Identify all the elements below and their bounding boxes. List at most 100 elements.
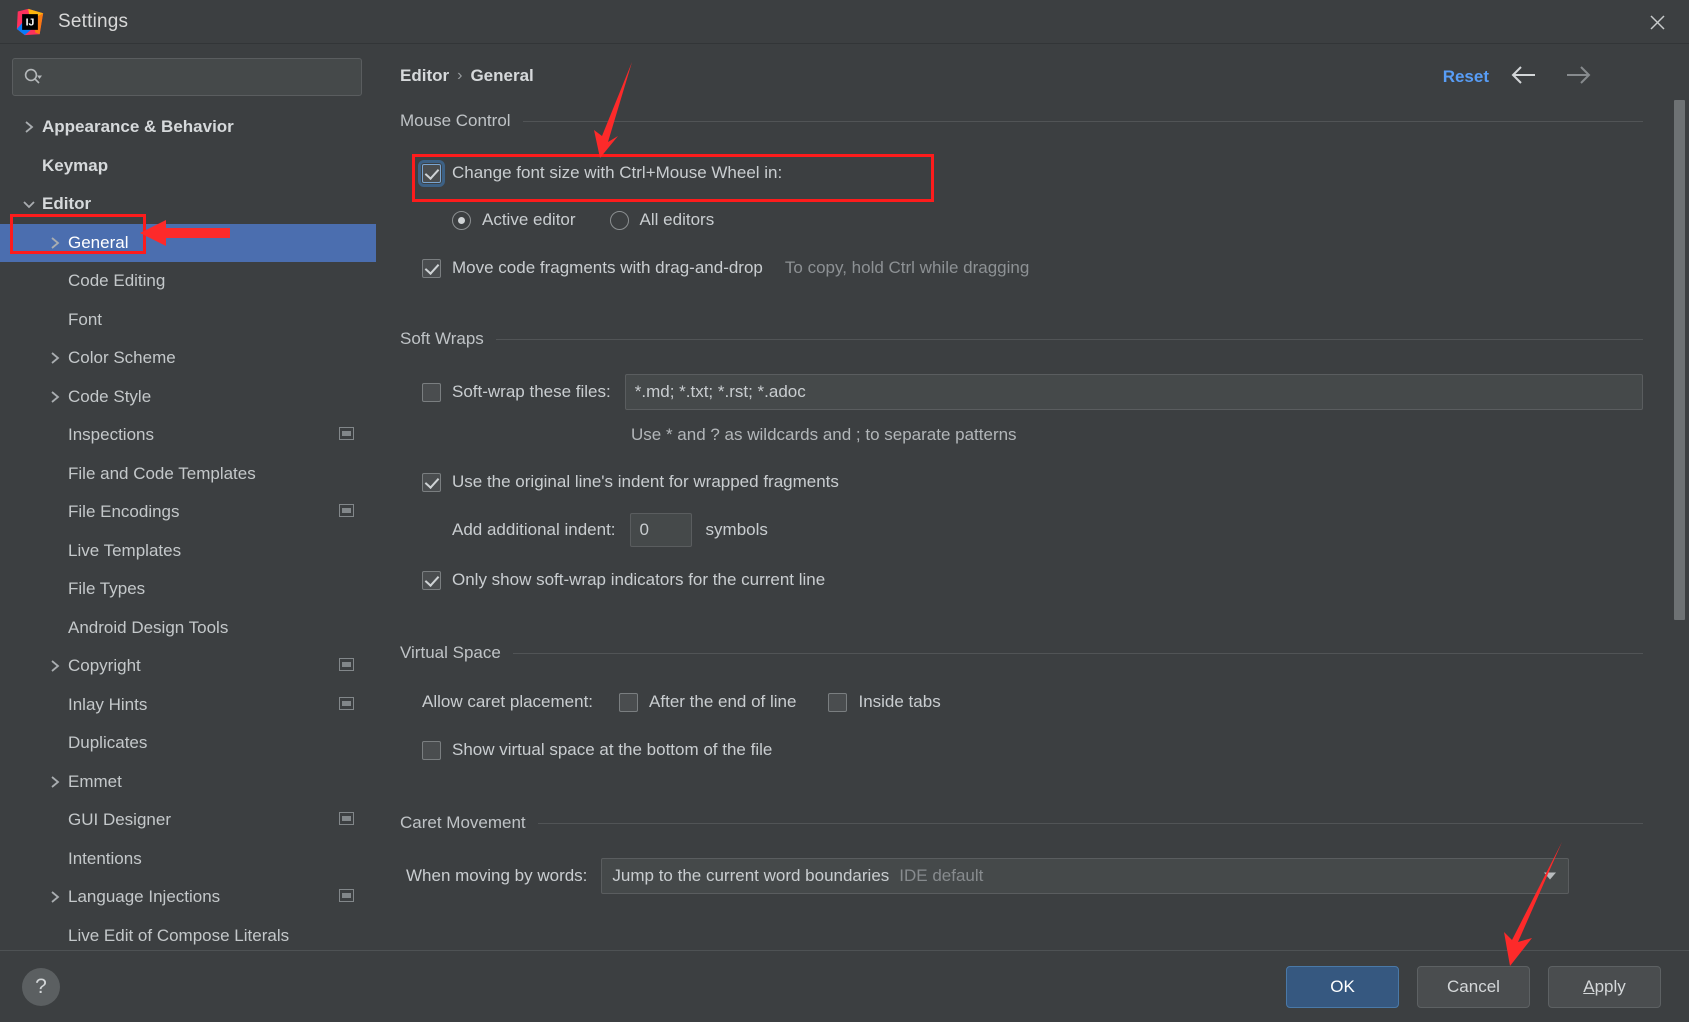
soft-wrap-files-row[interactable]: Soft-wrap these files: [422,374,1643,410]
sidebar-item-label: Intentions [68,848,142,868]
section-caret-movement: Caret Movement [400,808,1643,838]
sidebar-item-code-style[interactable]: Code Style [0,378,376,417]
settings-content-panel: Editor › General Reset Mouse Control Cha… [376,44,1689,950]
reset-button[interactable]: Reset [1443,67,1489,87]
inside-tabs-checkbox[interactable] [828,692,848,712]
when-moving-by-words-row: When moving by words: Jump to the curren… [406,858,1569,894]
chevron-right-icon[interactable] [42,351,68,365]
chevron-right-icon[interactable] [42,775,68,789]
only-show-indicators-label[interactable]: Only show soft-wrap indicators for the c… [452,570,825,590]
change-font-size-checkbox[interactable] [418,159,445,187]
show-virtual-space-row[interactable]: Show virtual space at the bottom of the … [422,736,1689,764]
search-input[interactable] [43,68,351,86]
soft-wrap-files-input[interactable] [624,374,1643,410]
sidebar-item-android-design-tools[interactable]: Android Design Tools [0,609,376,648]
apply-button[interactable]: Apply [1548,965,1661,1008]
arrow-right-icon[interactable] [1564,64,1594,86]
sidebar-item-label: Inspections [68,425,154,445]
sidebar-item-label: File Encodings [68,502,180,522]
sidebar-item-label: Color Scheme [68,348,176,368]
move-code-fragments-row[interactable]: Move code fragments with drag-and-drop T… [422,254,1689,282]
search-box[interactable] [12,58,362,96]
sidebar-item-file-types[interactable]: File Types [0,570,376,609]
project-settings-icon [339,695,354,715]
change-font-size-row[interactable]: Change font size with Ctrl+Mouse Wheel i… [418,158,1689,188]
original-indent-label[interactable]: Use the original line's indent for wrapp… [452,472,839,492]
original-indent-checkbox[interactable] [422,472,441,492]
close-icon[interactable] [1625,0,1689,44]
arrow-left-icon[interactable] [1508,64,1538,86]
sidebar-item-emmet[interactable]: Emmet [0,763,376,802]
sidebar-item-duplicates[interactable]: Duplicates [0,724,376,763]
sidebar-item-intentions[interactable]: Intentions [0,840,376,879]
only-show-indicators-checkbox[interactable] [422,570,441,590]
project-settings-icon [339,887,354,907]
when-moving-by-words-dropdown[interactable]: Jump to the current word boundaries IDE … [601,858,1569,894]
svg-text:IJ: IJ [26,16,35,28]
chevron-right-icon[interactable] [42,236,68,250]
sidebar-item-color-scheme[interactable]: Color Scheme [0,339,376,378]
sidebar-item-label: Inlay Hints [68,694,148,714]
sidebar-item-keymap[interactable]: Keymap [0,147,376,186]
dialog-footer: ? OK Cancel Apply [0,950,1689,1022]
soft-wrap-files-checkbox[interactable] [422,382,441,402]
breadcrumb-separator: › [457,67,463,84]
sidebar-item-inspections[interactable]: Inspections [0,416,376,455]
sidebar-item-general[interactable]: General [0,223,376,262]
show-virtual-space-checkbox[interactable] [422,740,441,760]
section-title-mouse-control: Mouse Control [400,111,511,130]
chevron-right-icon[interactable] [42,890,68,904]
sidebar-item-copyright[interactable]: Copyright [0,647,376,686]
breadcrumb-leaf: General [470,66,534,85]
inside-tabs-label[interactable]: Inside tabs [858,692,940,712]
original-indent-row[interactable]: Use the original line's indent for wrapp… [422,468,1689,496]
sidebar-item-live-edit-of-compose-literals[interactable]: Live Edit of Compose Literals [0,917,376,949]
sidebar-item-language-injections[interactable]: Language Injections [0,878,376,917]
sidebar-item-file-and-code-templates[interactable]: File and Code Templates [0,455,376,494]
section-title-virtual-space: Virtual Space [400,643,501,662]
apply-button-rest: pply [1594,976,1626,996]
settings-tree[interactable]: Appearance & Behavior Keymap Editor General… [0,108,376,948]
after-end-of-line-checkbox[interactable] [619,692,639,712]
sidebar-item-gui-designer[interactable]: GUI Designer [0,801,376,840]
section-title-soft-wraps: Soft Wraps [400,329,484,348]
allow-caret-placement-label: Allow caret placement: [422,692,594,711]
wildcards-hint: Use * and ? as wildcards and ; to separa… [631,422,1689,448]
move-code-fragments-hint: To copy, hold Ctrl while dragging [784,258,1030,277]
change-font-size-label[interactable]: Change font size with Ctrl+Mouse Wheel i… [452,163,782,183]
only-show-indicators-row[interactable]: Only show soft-wrap indicators for the c… [422,566,1689,594]
sidebar-item-label: Android Design Tools [68,617,229,637]
chevron-down-icon [1544,872,1556,880]
breadcrumb-root[interactable]: Editor [400,66,449,86]
radio-all-editors[interactable] [609,210,629,230]
sidebar-item-label: Editor [42,194,92,214]
sidebar-item-code-editing[interactable]: Code Editing [0,262,376,301]
radio-active-editor[interactable] [452,210,471,230]
additional-indent-input[interactable] [629,513,692,547]
move-code-fragments-label[interactable]: Move code fragments with drag-and-drop [452,258,763,278]
after-end-of-line-label[interactable]: After the end of line [649,692,796,712]
radio-all-editors-label[interactable]: All editors [640,210,715,230]
sidebar-item-label: Copyright [68,656,141,676]
section-title-caret-movement: Caret Movement [400,813,526,832]
chevron-right-icon[interactable] [42,390,68,404]
sidebar-item-font[interactable]: Font [0,301,376,340]
chevron-right-icon[interactable] [42,659,68,673]
ok-button[interactable]: OK [1286,965,1399,1008]
sidebar-item-editor[interactable]: Editor [0,185,376,224]
sidebar-item-appearance-behavior[interactable]: Appearance & Behavior [0,108,376,147]
sidebar-item-label: Code Editing [68,271,166,291]
sidebar-item-live-templates[interactable]: Live Templates [0,532,376,571]
sidebar-item-file-encodings[interactable]: File Encodings [0,493,376,532]
move-code-fragments-checkbox[interactable] [422,258,441,278]
radio-active-editor-label[interactable]: Active editor [482,210,576,230]
sidebar-item-inlay-hints[interactable]: Inlay Hints [0,686,376,725]
chevron-right-icon[interactable] [16,120,42,134]
soft-wrap-files-label: Soft-wrap these files: [452,382,611,401]
search-icon [23,67,43,87]
help-button[interactable]: ? [22,967,60,1006]
cancel-button[interactable]: Cancel [1417,965,1530,1008]
show-virtual-space-label[interactable]: Show virtual space at the bottom of the … [452,740,772,760]
chevron-down-icon[interactable] [16,199,42,210]
when-moving-by-words-label: When moving by words: [406,866,588,885]
